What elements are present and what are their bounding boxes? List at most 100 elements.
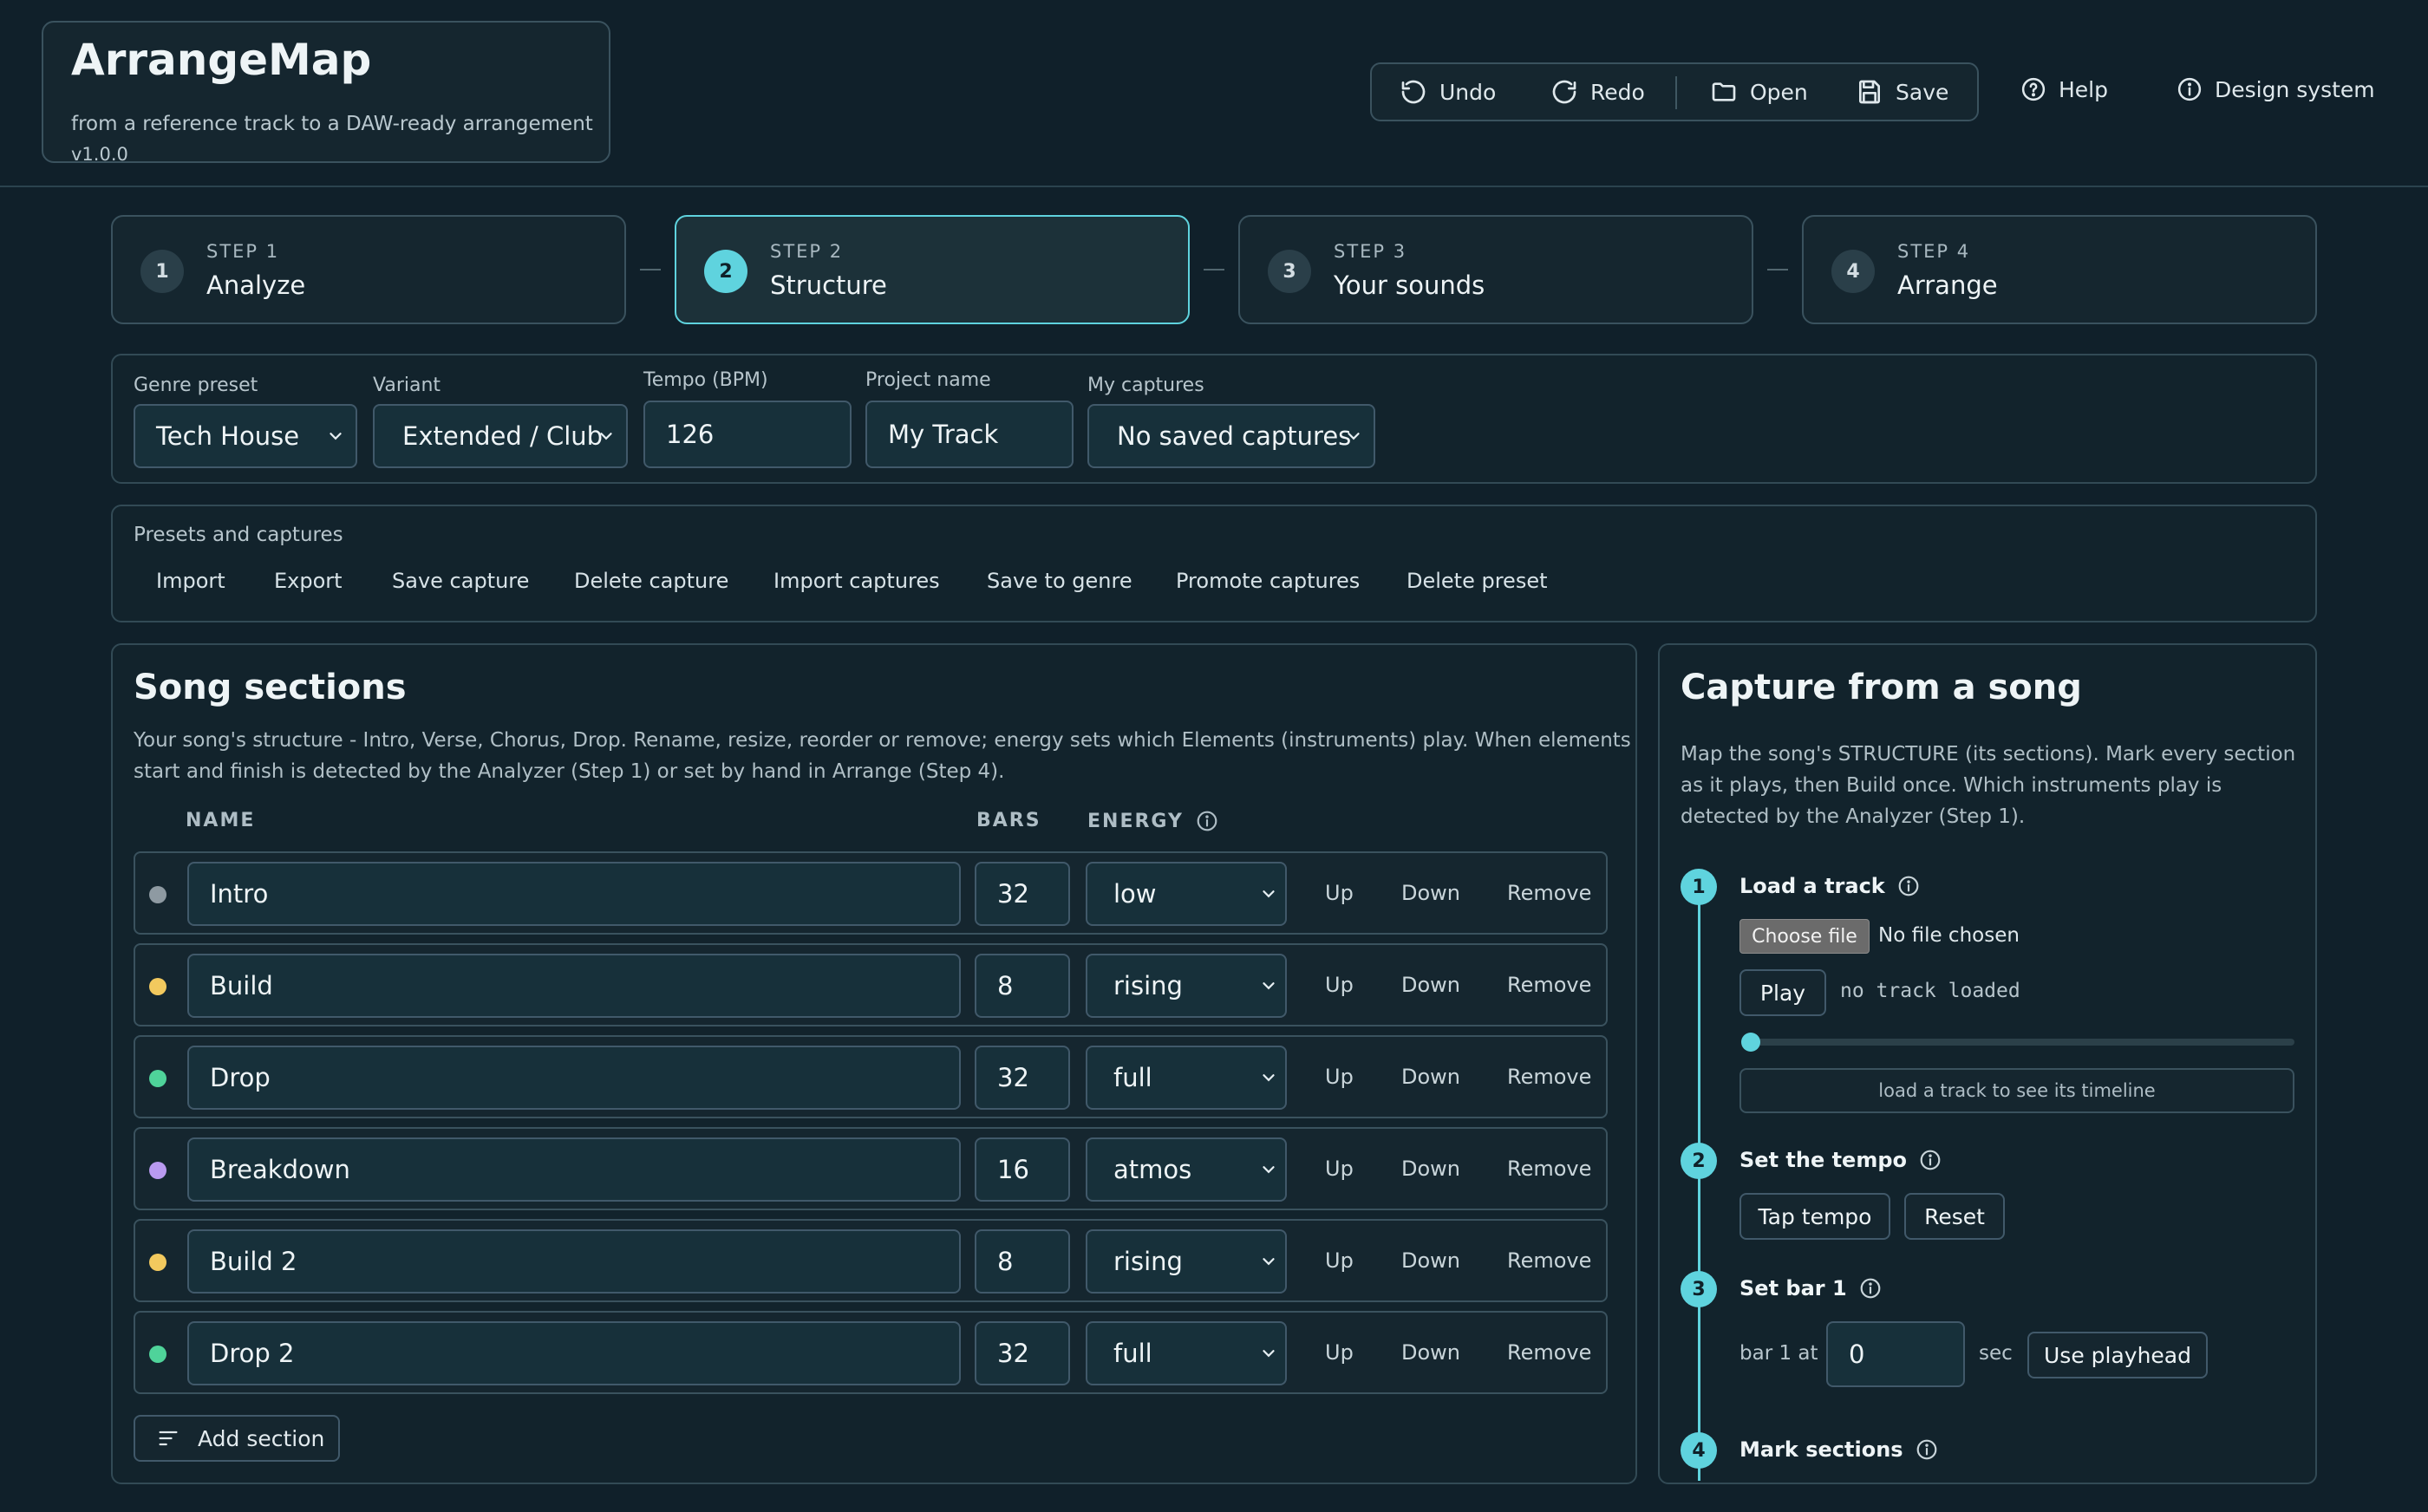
section-energy-select[interactable]: full [1086, 1046, 1287, 1110]
step-your-sounds[interactable]: 3 STEP 3 Your sounds [1238, 215, 1753, 324]
section-energy-value: rising [1113, 971, 1183, 1000]
undo-button[interactable]: Undo [1400, 64, 1496, 120]
step-structure[interactable]: 2 STEP 2 Structure [675, 215, 1190, 324]
add-section-button[interactable]: Add section [134, 1415, 340, 1462]
section-name-input[interactable]: Intro [187, 862, 961, 926]
section-bars-input[interactable]: 32 [975, 1046, 1070, 1110]
section-energy-select[interactable]: rising [1086, 954, 1287, 1018]
section-row: Intro 32 low Up Down Remove [134, 851, 1608, 935]
redo-button[interactable]: Redo [1550, 64, 1645, 120]
move-up-button[interactable]: Up [1325, 853, 1354, 933]
save-button[interactable]: Save [1856, 64, 1948, 120]
section-color-dot [149, 1162, 166, 1179]
genre-label: Genre preset [134, 375, 258, 396]
export-button[interactable]: Export [274, 569, 343, 593]
delete-preset-button[interactable]: Delete preset [1407, 569, 1548, 593]
move-down-button[interactable]: Down [1401, 1037, 1460, 1117]
open-button[interactable]: Open [1710, 64, 1808, 120]
import-captures-button[interactable]: Import captures [773, 569, 940, 593]
remove-section-button[interactable]: Remove [1507, 1129, 1591, 1209]
remove-section-button[interactable]: Remove [1507, 853, 1591, 933]
info-icon[interactable] [1196, 810, 1218, 832]
info-icon[interactable] [1897, 875, 1920, 897]
section-name-input[interactable]: Build [187, 954, 961, 1018]
save-to-genre-button[interactable]: Save to genre [987, 569, 1132, 593]
section-name-input[interactable]: Breakdown [187, 1137, 961, 1202]
move-up-button[interactable]: Up [1325, 1313, 1354, 1392]
move-up-button[interactable]: Up [1325, 1221, 1354, 1300]
section-bars-input[interactable]: 16 [975, 1137, 1070, 1202]
playhead-handle[interactable] [1741, 1033, 1760, 1052]
move-down-button[interactable]: Down [1401, 945, 1460, 1025]
captures-label: My captures [1087, 375, 1204, 396]
move-down-button[interactable]: Down [1401, 853, 1460, 933]
section-bars-input[interactable]: 32 [975, 862, 1070, 926]
variant-select[interactable]: Extended / Club [373, 404, 628, 468]
toolbar-divider [1675, 76, 1677, 109]
choose-file-button[interactable]: Choose file [1739, 919, 1870, 954]
play-button[interactable]: Play [1739, 969, 1826, 1016]
playhead-slider[interactable] [1746, 1039, 2294, 1046]
section-name-value: Drop [210, 1063, 271, 1092]
remove-section-button[interactable]: Remove [1507, 1037, 1591, 1117]
design-system-button[interactable]: Design system [2177, 76, 2375, 102]
section-energy-select[interactable]: low [1086, 862, 1287, 926]
no-file-text: No file chosen [1878, 924, 2020, 947]
section-energy-select[interactable]: atmos [1086, 1137, 1287, 1202]
mark-sections-title: Mark sections [1739, 1437, 1903, 1462]
section-name-input[interactable]: Build 2 [187, 1229, 961, 1294]
move-up-button[interactable]: Up [1325, 1037, 1354, 1117]
use-playhead-button[interactable]: Use playhead [2027, 1332, 2208, 1378]
help-button[interactable]: Help [2020, 76, 2108, 102]
genre-select[interactable]: Tech House [134, 404, 357, 468]
project-name-input[interactable]: My Track [865, 401, 1074, 468]
section-energy-select[interactable]: full [1086, 1321, 1287, 1385]
section-row: Breakdown 16 atmos Up Down Remove [134, 1127, 1608, 1210]
import-button[interactable]: Import [156, 569, 225, 593]
move-down-button[interactable]: Down [1401, 1221, 1460, 1300]
app-subtitle: from a reference track to a DAW-ready ar… [71, 113, 593, 135]
move-up-button[interactable]: Up [1325, 945, 1354, 1025]
delete-capture-button[interactable]: Delete capture [574, 569, 728, 593]
bar1-input[interactable]: 0 [1826, 1321, 1965, 1387]
undo-label: Undo [1439, 79, 1497, 105]
column-header-energy: ENERGY [1087, 810, 1218, 832]
capture-step-number: 4 [1681, 1432, 1717, 1469]
reset-tempo-button[interactable]: Reset [1904, 1193, 2005, 1240]
tempo-input[interactable]: 126 [643, 401, 852, 468]
section-energy-select[interactable]: rising [1086, 1229, 1287, 1294]
chevron-down-icon [1263, 1258, 1275, 1266]
step-arrange[interactable]: 4 STEP 4 Arrange [1802, 215, 2317, 324]
section-name-value: Build 2 [210, 1247, 297, 1276]
info-icon[interactable] [1859, 1277, 1882, 1300]
move-down-button[interactable]: Down [1401, 1129, 1460, 1209]
section-bars-input[interactable]: 32 [975, 1321, 1070, 1385]
remove-section-button[interactable]: Remove [1507, 945, 1591, 1025]
info-icon[interactable] [1916, 1438, 1938, 1461]
captures-select[interactable]: No saved captures [1087, 404, 1375, 468]
section-name-input[interactable]: Drop [187, 1046, 961, 1110]
promote-captures-button[interactable]: Promote captures [1176, 569, 1360, 593]
section-bars-input[interactable]: 8 [975, 954, 1070, 1018]
song-sections-description-line-1: Your song's structure - Intro, Verse, Ch… [134, 729, 1631, 752]
section-name-input[interactable]: Drop 2 [187, 1321, 961, 1385]
tempo-value: 126 [666, 420, 715, 449]
tap-tempo-button[interactable]: Tap tempo [1739, 1193, 1890, 1240]
move-up-button[interactable]: Up [1325, 1129, 1354, 1209]
remove-section-button[interactable]: Remove [1507, 1313, 1591, 1392]
step-analyze[interactable]: 1 STEP 1 Analyze [111, 215, 626, 324]
set-tempo-heading: Set the tempo [1739, 1148, 1942, 1172]
section-bars-input[interactable]: 8 [975, 1229, 1070, 1294]
remove-section-button[interactable]: Remove [1507, 1221, 1591, 1300]
section-bars-value: 16 [997, 1155, 1029, 1184]
project-name-label: Project name [865, 369, 991, 391]
capture-title: Capture from a song [1681, 668, 2082, 707]
step-connector [1204, 269, 1224, 270]
info-icon[interactable] [1919, 1149, 1942, 1171]
move-down-button[interactable]: Down [1401, 1313, 1460, 1392]
capture-description-line-2: as it plays, then Build once. Which inst… [1681, 774, 2222, 797]
save-capture-button[interactable]: Save capture [392, 569, 529, 593]
step-kicker: STEP 4 [1897, 241, 1971, 262]
step-number: 1 [140, 250, 184, 293]
section-bars-value: 8 [997, 1247, 1014, 1276]
